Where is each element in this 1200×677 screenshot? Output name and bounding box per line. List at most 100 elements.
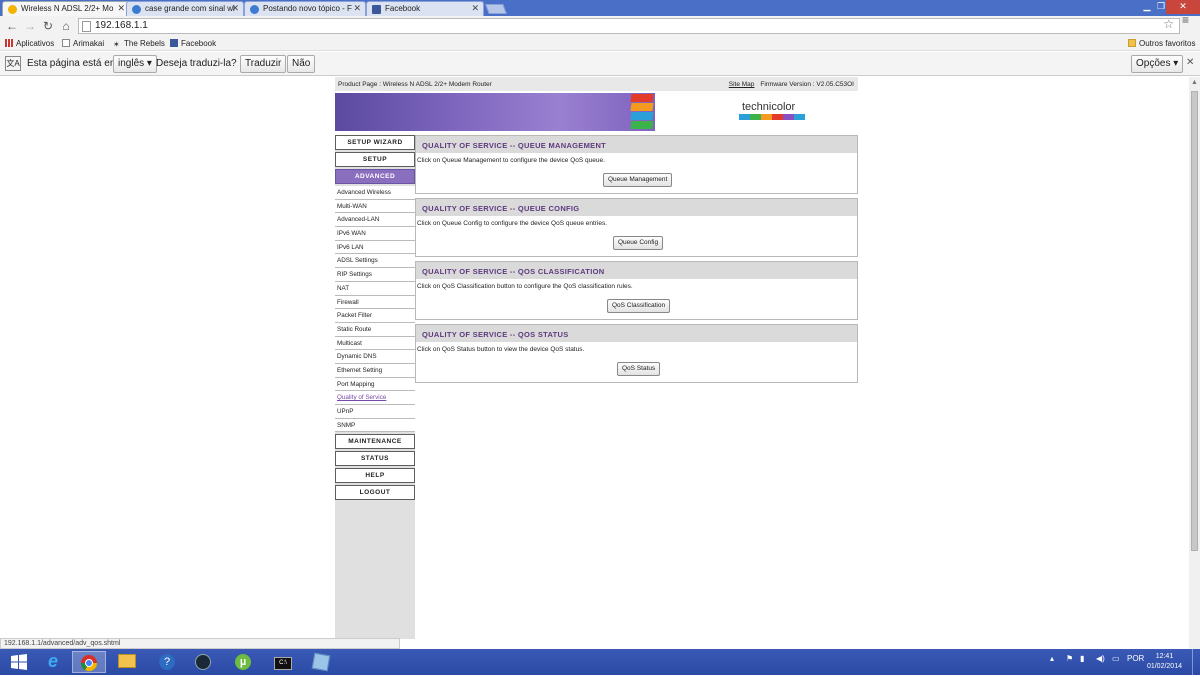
options-button[interactable]: Opções ▾	[1131, 55, 1184, 73]
battery-icon[interactable]: ▭	[1112, 654, 1120, 663]
nav-dynamic-dns[interactable]: Dynamic DNS	[335, 350, 415, 364]
chrome-menu-icon[interactable]: ≡	[1182, 14, 1194, 26]
internet-explorer-icon[interactable]: e	[36, 651, 70, 673]
new-tab-button[interactable]	[485, 4, 507, 14]
rebels-icon: ✶	[113, 40, 120, 49]
back-icon[interactable]: ←	[4, 18, 20, 34]
scroll-thumb[interactable]	[1191, 91, 1198, 551]
flag-icon[interactable]: ⚑	[1066, 654, 1073, 663]
bookmark-apps[interactable]: Aplicativos	[5, 39, 54, 48]
tray-expand-icon[interactable]: ▴	[1050, 654, 1054, 663]
nav-firewall[interactable]: Firewall	[335, 295, 415, 310]
qos-section-status: QUALITY OF SERVICE -- QOS STATUS Click o…	[415, 324, 858, 383]
site-map-link[interactable]: Site Map	[729, 81, 755, 88]
nav-adsl-settings[interactable]: ADSL Settings	[335, 254, 415, 269]
system-clock[interactable]: 12:41 01/02/2014	[1147, 652, 1182, 672]
terminal-icon[interactable]: C:\	[266, 651, 300, 673]
steam-icon[interactable]	[186, 651, 220, 673]
bookmark-label: Outros favoritos	[1139, 39, 1196, 48]
nav-rip-settings[interactable]: RIP Settings	[335, 268, 415, 282]
virtualbox-icon[interactable]	[304, 651, 338, 673]
language-select[interactable]: inglês ▾	[113, 55, 157, 73]
forum-icon	[132, 5, 141, 14]
close-icon[interactable]: ✕	[231, 3, 239, 14]
nav-setup[interactable]: SETUP	[335, 152, 415, 167]
nav-maintenance[interactable]: MAINTENANCE	[335, 434, 415, 450]
utorrent-icon[interactable]: µ	[226, 651, 260, 673]
bookmark-label: Facebook	[181, 39, 217, 48]
qos-status-button[interactable]: QoS Status	[617, 362, 661, 376]
nav-static-route[interactable]: Static Route	[335, 322, 415, 337]
home-icon[interactable]: ⌂	[58, 18, 74, 34]
bookmark-arimakai[interactable]: Arimakai	[62, 39, 104, 48]
close-icon[interactable]: ✕	[353, 3, 361, 14]
nav-help[interactable]: HELP	[335, 468, 415, 484]
nav-status[interactable]: STATUS	[335, 451, 415, 467]
show-desktop-button[interactable]	[1192, 649, 1200, 675]
firmware-version: Firmware Version : V2.05.C53OI	[760, 81, 854, 88]
nav-setup-wizard[interactable]: SETUP WIZARD	[335, 135, 415, 150]
section-description: Click on QoS Status button to view the d…	[417, 346, 585, 353]
volume-icon[interactable]: ◀)	[1096, 654, 1105, 663]
section-description: Click on Queue Config to configure the d…	[417, 220, 608, 227]
qos-section-classification: QUALITY OF SERVICE -- QOS CLASSIFICATION…	[415, 261, 858, 320]
translate-button[interactable]: Traduzir	[240, 55, 287, 73]
bookmark-facebook[interactable]: Facebook	[170, 39, 216, 48]
nav-ethernet-setting[interactable]: Ethernet Setting	[335, 363, 415, 378]
nav-quality-of-service[interactable]: Quality of Service	[335, 391, 415, 405]
nav-nat[interactable]: NAT	[335, 281, 415, 296]
tab-label: Postando novo tópico - F	[263, 4, 352, 13]
nav-ipv6-wan[interactable]: IPv6 WAN	[335, 227, 415, 241]
qos-section-queue-config: QUALITY OF SERVICE -- QUEUE CONFIG Click…	[415, 198, 858, 257]
facebook-icon	[170, 39, 178, 47]
no-translate-button[interactable]: Não	[287, 55, 316, 73]
page-scrollbar[interactable]: ▲	[1189, 77, 1200, 649]
chrome-icon[interactable]	[72, 651, 106, 673]
nav-advanced[interactable]: ADVANCED	[335, 169, 415, 184]
close-translate-icon[interactable]: ✕	[1186, 57, 1194, 68]
qos-classification-button[interactable]: QoS Classification	[607, 299, 671, 313]
tab-label: case grande com sinal wi	[145, 4, 235, 13]
nav-advanced-lan[interactable]: Advanced-LAN	[335, 213, 415, 228]
section-description: Click on Queue Management to configure t…	[417, 157, 605, 164]
start-button[interactable]	[2, 651, 36, 673]
page-viewport: Product Page : Wireless N ADSL 2/2+ Mode…	[0, 77, 1189, 639]
bookmark-rebels[interactable]: ✶ The Rebels	[113, 39, 165, 49]
close-icon[interactable]: ✕	[117, 3, 125, 14]
bookmark-label: Arimakai	[73, 39, 105, 48]
facebook-icon	[372, 5, 381, 14]
nav-snmp[interactable]: SNMP	[335, 418, 415, 433]
nav-multicast[interactable]: Multicast	[335, 336, 415, 351]
router-banner: technicolor	[335, 93, 858, 131]
bookmark-star-icon[interactable]: ☆	[1163, 17, 1174, 31]
translate-question: Deseja traduzi-la?	[156, 58, 237, 69]
tab-case[interactable]: case grande com sinal wi ✕	[126, 1, 244, 16]
tab-forum[interactable]: Postando novo tópico - F ✕	[244, 1, 366, 16]
scroll-up-icon[interactable]: ▲	[1191, 79, 1198, 86]
nav-port-mapping[interactable]: Port Mapping	[335, 377, 415, 392]
nav-upnp[interactable]: UPnP	[335, 405, 415, 419]
queue-management-button[interactable]: Queue Management	[603, 173, 673, 187]
bookmark-other[interactable]: Outros favoritos	[1128, 39, 1195, 48]
help-app-icon[interactable]: ?	[150, 651, 184, 673]
nav-ipv6-lan[interactable]: IPv6 LAN	[335, 240, 415, 255]
nav-logout[interactable]: LOGOUT	[335, 485, 415, 501]
address-bar[interactable]: 192.168.1.1	[78, 18, 1180, 34]
nav-advanced-wireless[interactable]: Advanced Wireless	[335, 186, 415, 200]
nav-multi-wan[interactable]: Multi-WAN	[335, 199, 415, 214]
queue-config-button[interactable]: Queue Config	[613, 236, 664, 250]
close-icon[interactable]: ✕	[471, 3, 479, 14]
qos-content: QUALITY OF SERVICE -- QUEUE MANAGEMENT C…	[415, 135, 859, 387]
nav-packet-filter[interactable]: Packet Filter	[335, 309, 415, 323]
network-icon[interactable]: ▮	[1080, 654, 1084, 663]
forward-icon[interactable]: →	[22, 18, 38, 34]
section-title: QUALITY OF SERVICE -- QUEUE CONFIG	[416, 199, 857, 216]
banner-gradient	[335, 93, 655, 131]
file-explorer-icon[interactable]	[110, 651, 144, 673]
tab-router[interactable]: Wireless N ADSL 2/2+ Mo ✕	[2, 1, 130, 16]
tab-label: Wireless N ADSL 2/2+ Mo	[21, 4, 114, 13]
reload-icon[interactable]: ↻	[40, 18, 56, 34]
window-close-icon[interactable]: ✕	[1166, 0, 1200, 14]
input-language[interactable]: POR	[1127, 654, 1144, 663]
tab-facebook[interactable]: Facebook ✕	[366, 1, 484, 16]
